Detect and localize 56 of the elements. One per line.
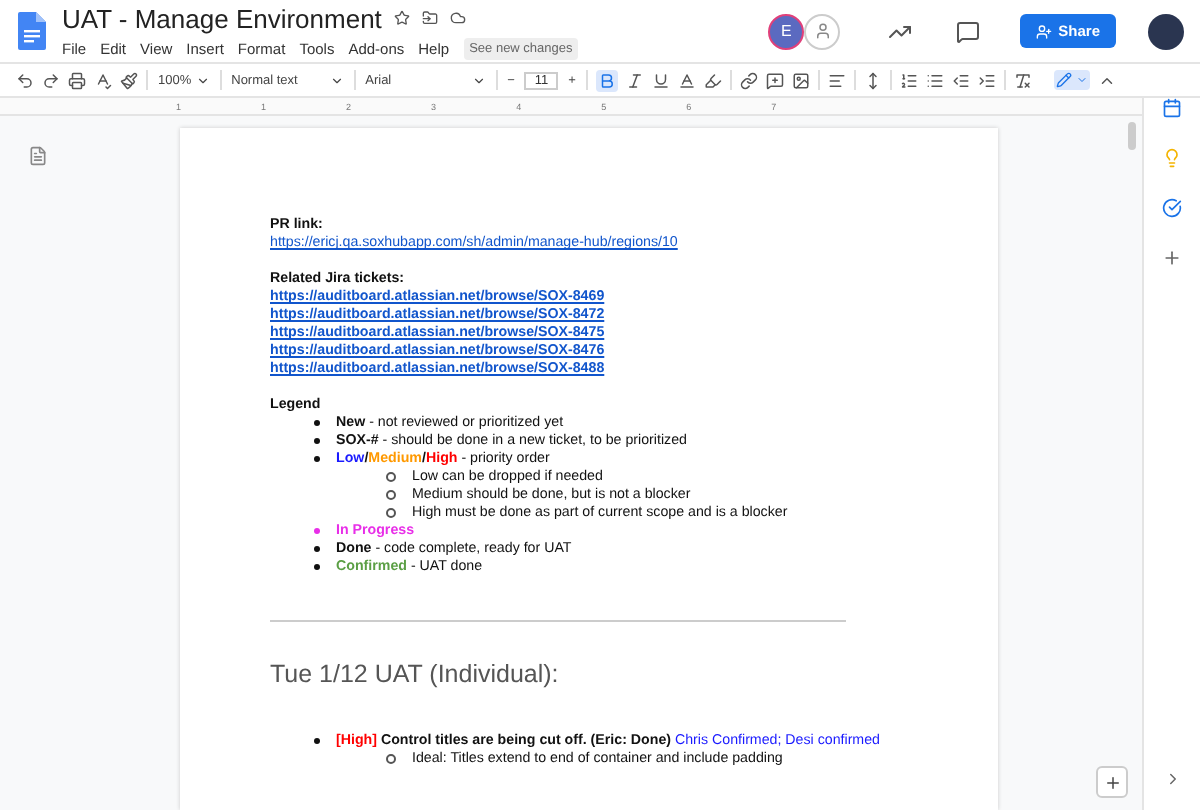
add-person-icon: [1036, 23, 1053, 39]
caret-icon: [471, 73, 486, 87]
docs-logo[interactable]: [18, 12, 46, 50]
cloud-icon[interactable]: [449, 10, 466, 26]
folder-icon[interactable]: [421, 10, 438, 26]
text-color-icon[interactable]: [677, 71, 696, 89]
bold-glyph-icon: [597, 71, 616, 89]
image-icon[interactable]: [791, 71, 810, 89]
bullet-icon: [314, 546, 320, 552]
caret-icon: [195, 73, 210, 87]
person-icon: [813, 22, 832, 40]
editing-mode-button[interactable]: [1054, 70, 1090, 90]
anonymous-avatar[interactable]: [804, 13, 841, 49]
spellcheck-icon[interactable]: [94, 71, 112, 89]
outline-icon[interactable]: [28, 146, 48, 166]
bullet-icon: [386, 508, 396, 518]
caret-icon: [329, 73, 344, 87]
bullet-icon: [314, 456, 320, 462]
indent-increase-icon[interactable]: [977, 71, 996, 89]
collaborator-avatar[interactable]: E: [768, 13, 805, 49]
plus-icon: [1103, 773, 1121, 791]
add-icon[interactable]: [1162, 248, 1182, 268]
scrollbar-thumb[interactable]: [1127, 122, 1135, 150]
highlight-icon[interactable]: [703, 71, 722, 89]
star-icon[interactable]: [393, 10, 410, 26]
comment-icon[interactable]: [765, 71, 784, 89]
bullet-icon: [386, 490, 396, 500]
print-icon[interactable]: [68, 71, 86, 89]
calendar-icon[interactable]: [1162, 98, 1182, 118]
align-icon[interactable]: [827, 71, 846, 89]
bullet-icon: [314, 738, 320, 744]
clear-formatting-icon[interactable]: [1013, 71, 1032, 89]
user-avatar[interactable]: [1148, 13, 1184, 49]
bulleted-list-icon[interactable]: [925, 71, 944, 89]
explore-button[interactable]: [1096, 766, 1128, 798]
bullet-icon: [386, 754, 396, 764]
italic-icon[interactable]: [625, 71, 644, 89]
comments-icon[interactable]: [956, 19, 981, 43]
line-spacing-icon[interactable]: [863, 71, 882, 89]
bold-icon[interactable]: [595, 69, 618, 91]
heading: Tue 1/12 UAT (Individual):: [270, 660, 561, 688]
pencil-icon: [1056, 72, 1072, 88]
underline-icon[interactable]: [651, 71, 670, 89]
bullet-icon: [314, 420, 320, 426]
caret-icon: [1076, 74, 1088, 86]
paint-format-icon[interactable]: [120, 71, 138, 89]
link-icon[interactable]: [739, 71, 758, 89]
numbered-list-icon[interactable]: [899, 71, 918, 89]
redo-icon[interactable]: [42, 71, 60, 89]
indent-decrease-icon[interactable]: [951, 71, 970, 89]
bullet-icon: [314, 564, 320, 570]
document-title[interactable]: UAT - Manage Environment: [62, 3, 382, 33]
undo-icon[interactable]: [16, 71, 34, 89]
bullet-icon: [314, 438, 320, 444]
bullet-icon: [386, 472, 396, 482]
tasks-icon[interactable]: [1162, 198, 1182, 218]
